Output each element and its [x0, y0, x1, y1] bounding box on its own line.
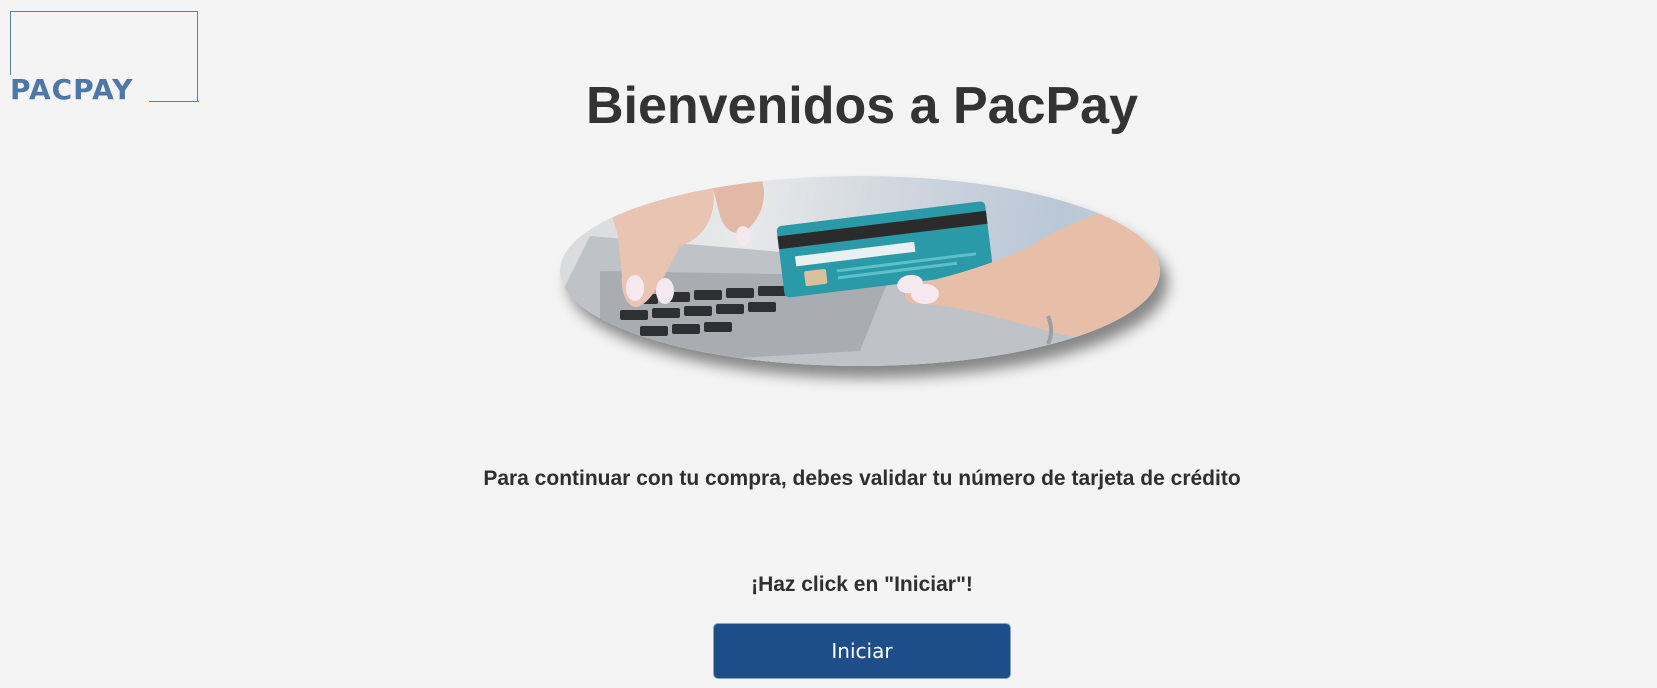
page-title: Bienvenidos a PacPay: [585, 77, 1139, 135]
credit-card-payment-illustration: [560, 176, 1160, 366]
cta-hint-text: ¡Haz click en "Iniciar"!: [751, 573, 973, 596]
start-button[interactable]: Iniciar: [713, 623, 1011, 679]
instruction-text: Para continuar con tu compra, debes vali…: [483, 467, 1241, 490]
hero-image: [560, 176, 1160, 366]
